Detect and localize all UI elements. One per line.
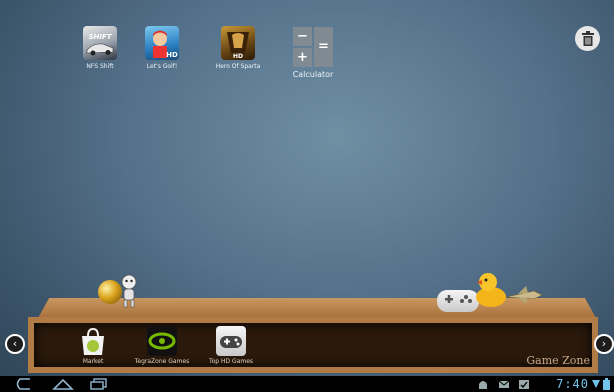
trash-icon [581, 31, 594, 46]
ragdoll-toy-icon [121, 274, 137, 308]
system-bar: 7:40 [0, 376, 614, 392]
shelf-app-top-hd-games[interactable]: Top HD Games [201, 326, 261, 365]
market-icon [78, 326, 108, 356]
shelf-scroll-right-button[interactable]: › [594, 334, 614, 354]
nfs-shift-icon: SHIFT [83, 26, 117, 60]
clock[interactable]: 7:40 [556, 377, 589, 391]
gmail-icon [498, 380, 510, 388]
hero-of-sparta-icon: HD [221, 26, 255, 60]
app-label: Market [82, 358, 104, 365]
equals-key: = [314, 27, 333, 67]
trash-button[interactable] [575, 26, 600, 51]
app-label: Let's Golf! [146, 63, 178, 70]
game-zone-title: Game Zone [526, 354, 590, 367]
plus-key: + [293, 48, 312, 67]
app-lets-golf[interactable]: HD Let's Golf! [136, 26, 188, 70]
back-icon[interactable] [14, 378, 34, 390]
svg-text:HD: HD [166, 51, 178, 59]
top-hd-games-icon [216, 326, 246, 356]
rubber-duck-icon [476, 273, 506, 307]
battery-icon [603, 378, 610, 390]
app-label: Hero Of Sparta [215, 63, 261, 70]
svg-text:SHIFT: SHIFT [88, 33, 112, 41]
tegrazone-icon [147, 326, 177, 356]
shelf-scroll-left-button[interactable]: ‹ [5, 334, 25, 354]
lets-golf-icon: HD [145, 26, 179, 60]
app-calculator[interactable]: − = + Calculator [290, 27, 336, 79]
wifi-icon [592, 380, 600, 388]
android-debug-icon [479, 381, 487, 389]
minus-key: − [293, 27, 312, 46]
shelf-app-tegrazone[interactable]: TegraZone Games [132, 326, 192, 365]
home-screen: SHIFT NFS Shift HD Let's Golf! HD Hero O… [0, 0, 614, 392]
rocket-toy-icon [505, 286, 543, 304]
download-complete-icon [519, 380, 529, 389]
home-icon[interactable] [52, 378, 74, 390]
app-label: NFS Shift [86, 63, 114, 70]
calculator-icon: − = + [293, 27, 333, 67]
app-hero-of-sparta[interactable]: HD Hero Of Sparta [212, 26, 264, 70]
app-label: Calculator [292, 70, 334, 79]
app-label: Top HD Games [208, 358, 254, 365]
app-nfs-shift[interactable]: SHIFT NFS Shift [74, 26, 126, 70]
svg-text:HD: HD [233, 53, 243, 60]
recent-apps-icon[interactable] [90, 378, 108, 390]
app-label: TegraZone Games [134, 358, 190, 365]
shelf-app-market[interactable]: Market [63, 326, 123, 365]
